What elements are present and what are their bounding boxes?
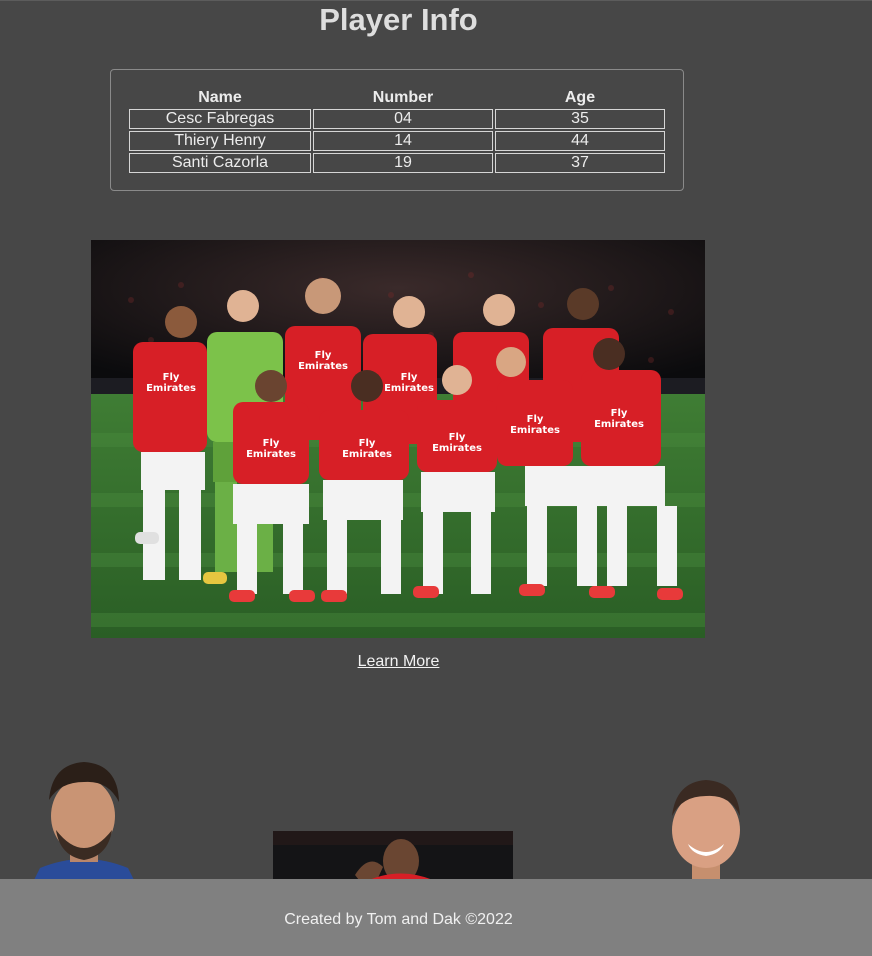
player-age: 35 [495,109,665,129]
player-name: Thiery Henry [129,131,311,151]
svg-text:Emirates: Emirates [594,419,644,430]
svg-text:Fly: Fly [449,432,466,443]
page-title: Player Info [319,2,478,37]
player-number: 19 [313,153,493,173]
svg-text:Emirates: Emirates [432,443,482,454]
header-number: Number [372,88,434,106]
table-row: Thiery Henry 14 44 [129,131,665,151]
table-row: Cesc Fabregas 04 35 [129,109,665,129]
player-name: Cesc Fabregas [129,109,311,129]
team-photo: Fly Emirates Fly Emirates Fly Emirates Fly E… [91,240,705,638]
player-photo-fabregas [34,754,134,880]
player-age: 37 [495,153,665,173]
svg-text:Emirates: Emirates [246,449,296,460]
svg-text:Emirates: Emirates [298,361,348,372]
header-age: Age [564,88,596,106]
svg-text:Fly: Fly [163,372,180,383]
svg-text:Emirates: Emirates [342,449,392,460]
player-table: Name Number Age Cesc Fabregas 04 35 Thie… [127,86,667,175]
svg-text:Fly: Fly [527,414,544,425]
player-number: 04 [313,109,493,129]
player-name: Santi Cazorla [129,153,311,173]
player-photo-henry [273,831,513,880]
svg-text:Fly: Fly [315,350,332,361]
top-border [0,0,872,1]
learn-more-link[interactable]: Learn More [0,653,797,671]
player-portrait-icon [672,780,740,880]
svg-text:Fly: Fly [263,438,280,449]
table-row: Santi Cazorla 19 37 [129,153,665,173]
footer-credit: Created by Tom and Dak ©2022 [284,911,513,928]
table-header-row: Name Number Age [129,88,665,107]
player-age: 44 [495,131,665,151]
svg-text:Emirates: Emirates [510,425,560,436]
team-photo-image: FlyEmirates FlyEmirates FlyEmirates FlyE… [91,240,705,638]
player-photo-cazorla [664,774,748,880]
player-portrait-icon [273,831,513,880]
player-number: 14 [313,131,493,151]
svg-text:Emirates: Emirates [146,383,196,394]
svg-text:Emirates: Emirates [384,383,434,394]
svg-text:Fly: Fly [401,372,418,383]
svg-text:Fly: Fly [611,408,628,419]
header-name: Name [198,88,242,106]
footer: Created by Tom and Dak ©2022 [0,879,872,956]
player-portrait-icon [34,762,134,880]
player-table-card: Name Number Age Cesc Fabregas 04 35 Thie… [110,69,684,191]
svg-text:Fly: Fly [359,438,376,449]
